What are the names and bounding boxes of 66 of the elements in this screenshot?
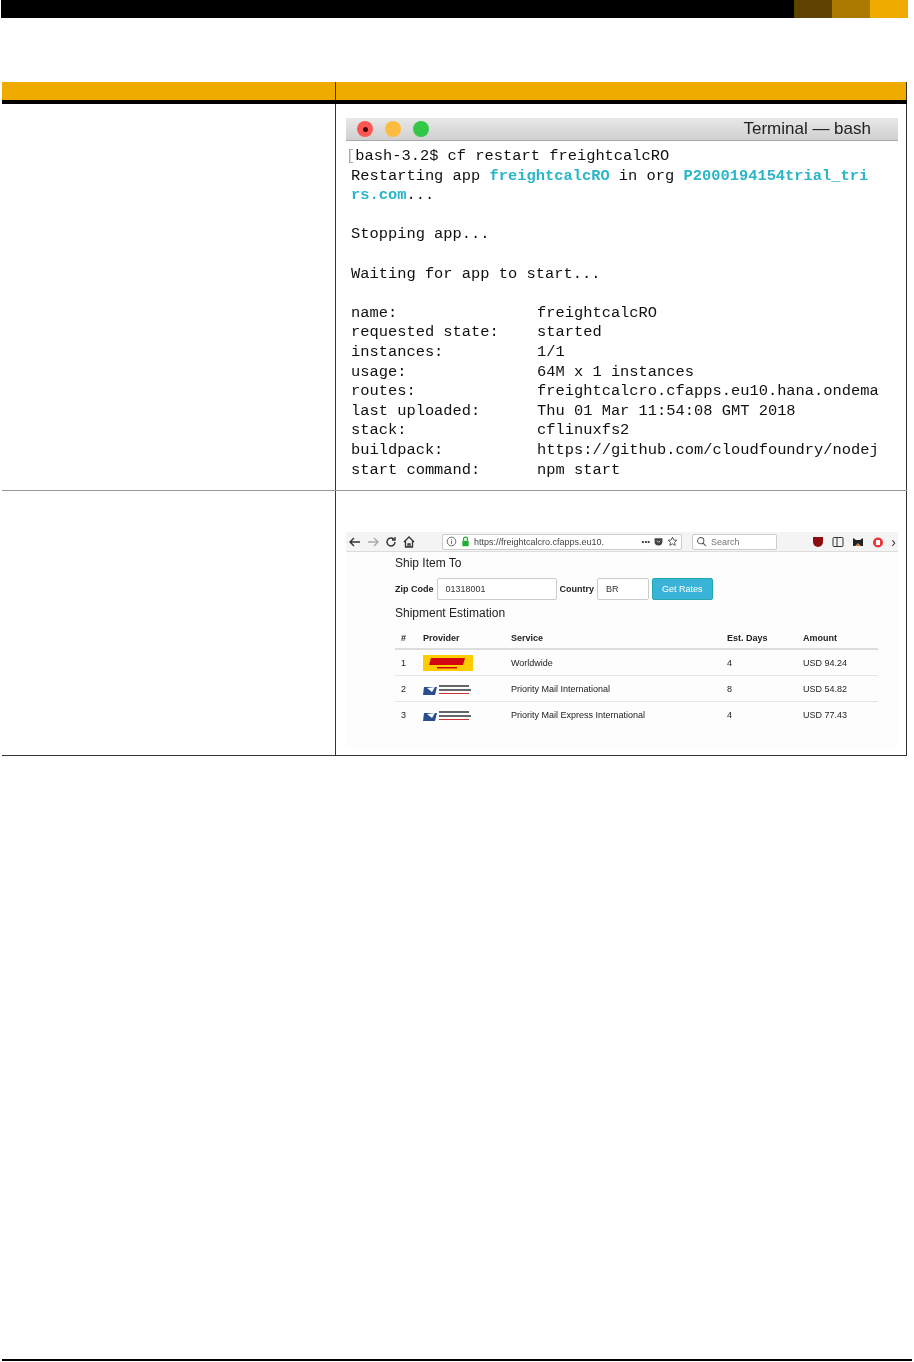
terminal-label: start command: — [351, 460, 482, 481]
terminal-line: Stopping app... — [351, 225, 491, 245]
section-heading: Ship Item To — [395, 556, 463, 572]
terminal-line: Restarting app freightcalcRO in org P2000194154trial_tri — [351, 166, 870, 187]
terminal-value: 1/1 — [537, 342, 566, 363]
table-cell: 8 — [727, 683, 732, 694]
table-cell: 1 — [401, 657, 406, 668]
table-cell: Priority Mail Express International — [511, 709, 646, 720]
terminal-value: started — [537, 323, 603, 343]
shield-icon[interactable] — [653, 536, 664, 547]
reload-icon[interactable] — [384, 534, 398, 549]
terminal-value: freightcalcRO — [537, 303, 659, 324]
table-cell: USD 94.24 — [803, 657, 848, 668]
terminal-line: [bash-3.2$ cf restart freightcalcRO — [351, 147, 671, 167]
table-cell: 4 — [727, 657, 732, 668]
terminal-value: Thu 01 Mar 11:54:08 GMT 2018 — [537, 401, 797, 422]
column-header: Service — [511, 633, 544, 643]
terminal-value: https://github.com/cloudfoundry/nodej — [537, 440, 880, 461]
more-icon[interactable]: ••• — [641, 537, 650, 546]
column-header: Est. Days — [727, 633, 768, 643]
address-bar[interactable]: https://freightcalcro.cfapps.eu10. ••• — [442, 533, 682, 550]
terminal-label: stack: — [351, 421, 408, 441]
lock-icon — [460, 536, 471, 547]
terminal-value: cflinuxfs2 — [537, 421, 631, 441]
overflow-icon[interactable]: › — [891, 533, 896, 550]
terminal-label: buildpack: — [351, 440, 445, 461]
header-block — [870, 0, 908, 18]
info-icon[interactable] — [446, 536, 457, 547]
field-label: Zip Code — [395, 584, 434, 594]
table-cell: Worldwide — [511, 657, 553, 668]
window-title: Terminal — bash — [743, 119, 871, 139]
courier-logo — [423, 654, 473, 671]
input-field[interactable]: 01318001 — [436, 578, 557, 600]
table-cell: USD 54.82 — [803, 683, 848, 694]
header-block — [832, 0, 870, 18]
table-cell: 3 — [401, 709, 406, 720]
home-icon[interactable] — [402, 534, 416, 549]
column-header: Amount — [803, 633, 837, 643]
terminal-label: name: — [351, 303, 399, 324]
header-block — [794, 0, 832, 18]
table-cell: USD 77.43 — [803, 709, 848, 720]
terminal-line: Waiting for app to start... — [351, 264, 602, 285]
terminal-line: rs.com... — [351, 186, 436, 206]
terminal-value: freightcalcro.cfapps.eu10.hana.ondema — [537, 382, 880, 402]
terminal-value: npm start — [537, 460, 622, 481]
star-icon[interactable] — [667, 536, 678, 547]
input-field[interactable]: BR — [597, 578, 649, 600]
table-cell: 4 — [727, 709, 732, 720]
terminal-value: 64M x 1 instances — [537, 362, 695, 383]
terminal-label: last uploaded: — [351, 401, 482, 422]
sidebar-icon[interactable] — [831, 534, 846, 549]
terminal-label: requested state: — [351, 323, 500, 343]
column-header: # — [401, 633, 406, 643]
close-icon[interactable] — [357, 121, 373, 137]
terminal-label: routes: — [351, 382, 417, 402]
terminal-label: usage: — [351, 362, 408, 383]
url-text: https://freightcalcro.cfapps.eu10. — [474, 536, 606, 547]
search-icon — [696, 536, 707, 547]
section-heading: Shipment Estimation — [395, 606, 507, 622]
table-cell: Priority Mail International — [511, 683, 611, 694]
field-label: Country — [559, 584, 594, 594]
table-cell: 2 — [401, 683, 406, 694]
terminal-label: instances: — [351, 342, 445, 363]
shield-extension-icon[interactable] — [811, 534, 826, 549]
search-field[interactable]: Search — [692, 533, 777, 550]
column-header: Provider — [423, 633, 460, 643]
